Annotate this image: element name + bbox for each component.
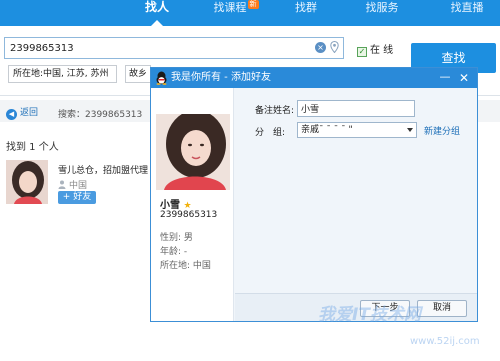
avatar[interactable] <box>6 160 48 204</box>
group-select[interactable]: 亲戚ˉ ˉ ˉ ˉ " <box>297 122 417 138</box>
profile-panel: 小雪 ★ 2399865313 性别: 男 年龄: - 所在地: 中国 <box>151 88 234 321</box>
back-button[interactable]: ◀ 返回 <box>6 105 38 120</box>
tab-find-service[interactable]: 找服务 <box>356 0 408 26</box>
active-tab-indicator <box>151 20 163 26</box>
search-input[interactable] <box>5 38 305 58</box>
profile-location: 所在地: 中国 <box>160 261 211 271</box>
cancel-button[interactable]: 取消 <box>417 300 467 317</box>
add-friend-button[interactable]: + 好友 <box>58 191 96 204</box>
hometown-select[interactable]: 故乡 <box>125 65 151 83</box>
group-label: 分 组: <box>255 128 286 138</box>
profile-qq-number: 2399865313 <box>160 210 218 220</box>
minimize-icon[interactable]: — <box>438 68 452 88</box>
tab-find-group[interactable]: 找群 <box>286 0 326 26</box>
add-friend-dialog: 我是你所有 - 添加好友 — ✕ 小雪 ★ 2399865313 性别: 男 年… <box>150 67 478 322</box>
search-summary: 搜索：2399865313 <box>58 110 143 120</box>
dialog-title: 我是你所有 - 添加好友 <box>171 72 271 83</box>
tab-find-people[interactable]: 找人 <box>133 0 181 26</box>
watermark-url: www.52ij.com <box>410 336 480 347</box>
dialog-titlebar[interactable]: 我是你所有 - 添加好友 — ✕ <box>151 68 477 88</box>
new-group-link[interactable]: 新建分组 <box>424 124 460 137</box>
qq-penguin-icon <box>156 71 167 85</box>
chevron-down-icon <box>407 128 413 132</box>
tab-find-course[interactable]: 找课程新 <box>206 0 266 26</box>
location-pin-icon[interactable] <box>330 41 339 53</box>
watermark: 我爱IT技术网 <box>318 305 421 325</box>
online-filter[interactable]: ✓ 在 线 <box>357 41 393 57</box>
profile-age: 年龄: - <box>160 247 188 257</box>
top-nav: 找人 找课程新 找群 找服务 找直播 <box>0 0 500 26</box>
new-badge: 新 <box>247 0 259 9</box>
remark-field <box>297 100 415 117</box>
tab-find-live[interactable]: 找直播 <box>438 0 496 26</box>
result-name[interactable]: 雪儿总仓，招加盟代理 <box>58 163 148 176</box>
checkbox-icon[interactable]: ✓ <box>357 47 367 57</box>
back-arrow-icon: ◀ <box>6 109 17 120</box>
profile-photo <box>156 114 230 190</box>
remark-label: 备注姓名: <box>255 106 295 116</box>
profile-gender: 性别: 男 <box>160 233 193 243</box>
result-count: 找到 1 个人 <box>6 142 59 153</box>
remark-input[interactable] <box>298 101 412 116</box>
profile-name: 小雪 ★ <box>160 200 192 211</box>
person-icon <box>58 180 66 189</box>
search-box: × <box>4 37 344 59</box>
close-icon[interactable]: ✕ <box>457 68 471 88</box>
location-select[interactable]: 所在地:中国, 江苏, 苏州 <box>8 65 117 83</box>
clear-icon[interactable]: × <box>315 42 326 53</box>
result-location: 中国 <box>58 178 87 191</box>
online-label: 在 线 <box>370 45 394 56</box>
